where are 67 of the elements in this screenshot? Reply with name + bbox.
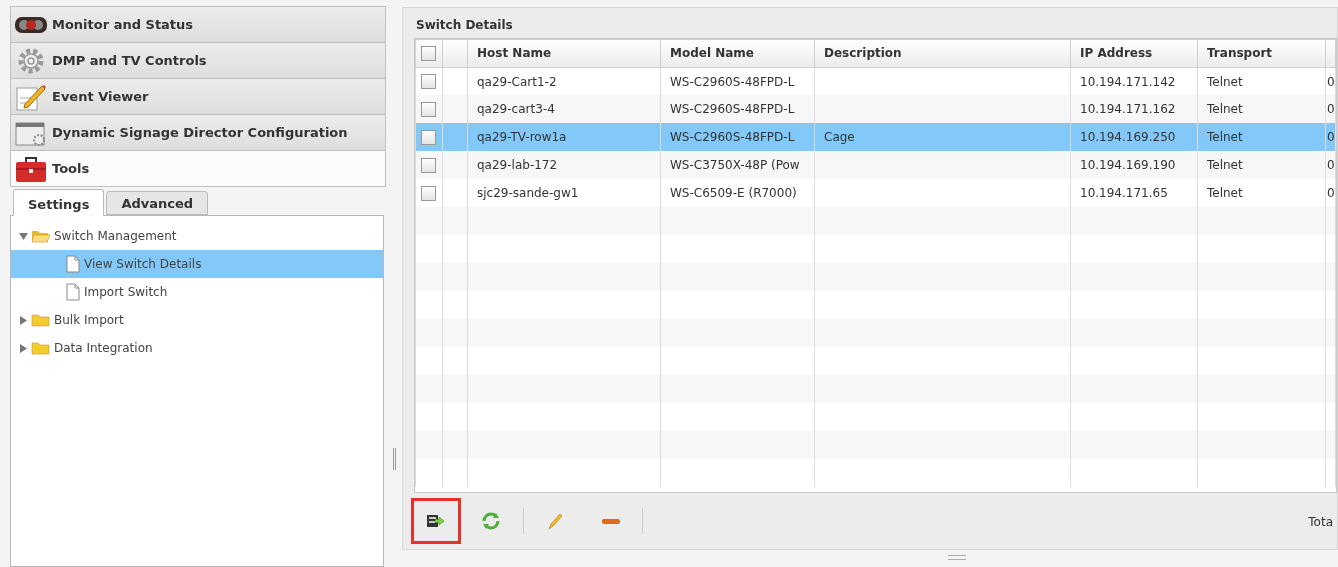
import-button[interactable] (411, 498, 461, 545)
panel-title: Switch Details (415, 17, 514, 34)
page-icon (65, 283, 81, 301)
table-cell: 0 (1327, 102, 1335, 117)
tree-item[interactable]: Import Switch (11, 278, 384, 306)
table-cell: 0 (1327, 186, 1335, 201)
table-cell: WS-C6509-E (R7000) (670, 186, 797, 201)
table-cell: qa29-Cart1-2 (477, 74, 557, 89)
table-cell: WS-C2960S-48FPD-L (670, 130, 795, 145)
checkbox[interactable] (421, 101, 436, 117)
checkbox[interactable] (421, 157, 436, 173)
checkbox[interactable] (421, 129, 436, 145)
column-header[interactable]: Transport (1197, 39, 1326, 68)
accordion-header[interactable]: Tools (10, 150, 387, 187)
folder-icon (31, 312, 51, 328)
table-cell: qa29-cart3-4 (477, 102, 555, 117)
table-row[interactable]: qa29-lab-172 WS-C3750X-48P (Pow 10.194.169.190 Telnet 0 (415, 151, 1336, 180)
table-cell: Cage (824, 130, 855, 145)
table-cell: 10.194.169.190 (1080, 158, 1176, 173)
table-row[interactable]: qa29-cart3-4 WS-C2960S-48FPD-L 10.194.171.162 Telnet 0 (415, 95, 1336, 124)
tree-item[interactable]: Bulk Import (11, 306, 384, 334)
folder-icon (31, 340, 51, 356)
table-cell: sjc29-sande-gw1 (477, 186, 579, 201)
checkbox[interactable] (421, 185, 436, 201)
accordion-header[interactable]: Dynamic Signage Director Configuration (10, 114, 387, 151)
accordion-header[interactable]: DMP and TV Controls (10, 42, 387, 79)
total-label: Tota (1308, 514, 1333, 531)
tab[interactable]: Advanced (106, 191, 209, 215)
open-folder-icon (31, 228, 51, 244)
checkbox[interactable] (421, 74, 436, 90)
table-cell: qa29-lab-172 (477, 158, 558, 173)
table-cell: 10.194.171.142 (1080, 74, 1176, 89)
resize-grip-icon[interactable] (948, 555, 966, 560)
table-cell: WS-C2960S-48FPD-L (670, 102, 795, 117)
table-cell: 10.194.171.162 (1080, 102, 1176, 117)
table-cell: Telnet (1207, 130, 1243, 145)
table-cell: 10.194.169.250 (1080, 130, 1176, 145)
column-header[interactable]: IP Address (1070, 39, 1198, 68)
tree-item[interactable]: Switch Management (11, 222, 384, 250)
table-cell: WS-C3750X-48P (Pow (670, 158, 800, 173)
table-cell: Telnet (1207, 74, 1243, 89)
minus-icon (602, 518, 620, 524)
table-row[interactable]: sjc29-sande-gw1 WS-C6509-E (R7000) 10.194.171.65 Telnet 0 (415, 179, 1336, 208)
table-cell: 0 (1327, 158, 1335, 173)
table-cell: WS-C2960S-48FPD-L (670, 74, 795, 89)
table-row[interactable]: qa29-TV-row1a WS-C2960S-48FPD-L Cage 10.194.169.250 Telnet 0 (415, 123, 1336, 152)
column-header[interactable]: Description (814, 39, 1071, 68)
table-row[interactable]: qa29-Cart1-2 WS-C2960S-48FPD-L 10.194.171.142 Telnet 0 (415, 67, 1336, 96)
table-cell: 0 (1327, 74, 1335, 89)
checkbox[interactable] (421, 45, 436, 61)
table-cell: 0 (1327, 130, 1335, 145)
tree-item[interactable]: Data Integration (11, 334, 384, 362)
tree-item[interactable]: View Switch Details (11, 250, 384, 278)
table-cell: 10.194.171.65 (1080, 186, 1168, 201)
column-header[interactable]: Host Name (467, 39, 661, 68)
pencil-icon (545, 512, 565, 531)
column-header[interactable]: Model Name (660, 39, 815, 68)
table-cell: Telnet (1207, 102, 1243, 117)
page-icon (65, 255, 81, 273)
tab[interactable]: Settings (13, 189, 105, 216)
accordion-header[interactable]: Monitor and Status (10, 6, 387, 43)
table-cell: qa29-TV-row1a (477, 130, 567, 145)
accordion-header[interactable]: Event Viewer (10, 78, 387, 115)
table-cell: Telnet (1207, 158, 1243, 173)
splitter-handle[interactable] (392, 448, 396, 470)
refresh-icon (482, 512, 502, 531)
table-cell: Telnet (1207, 186, 1243, 201)
